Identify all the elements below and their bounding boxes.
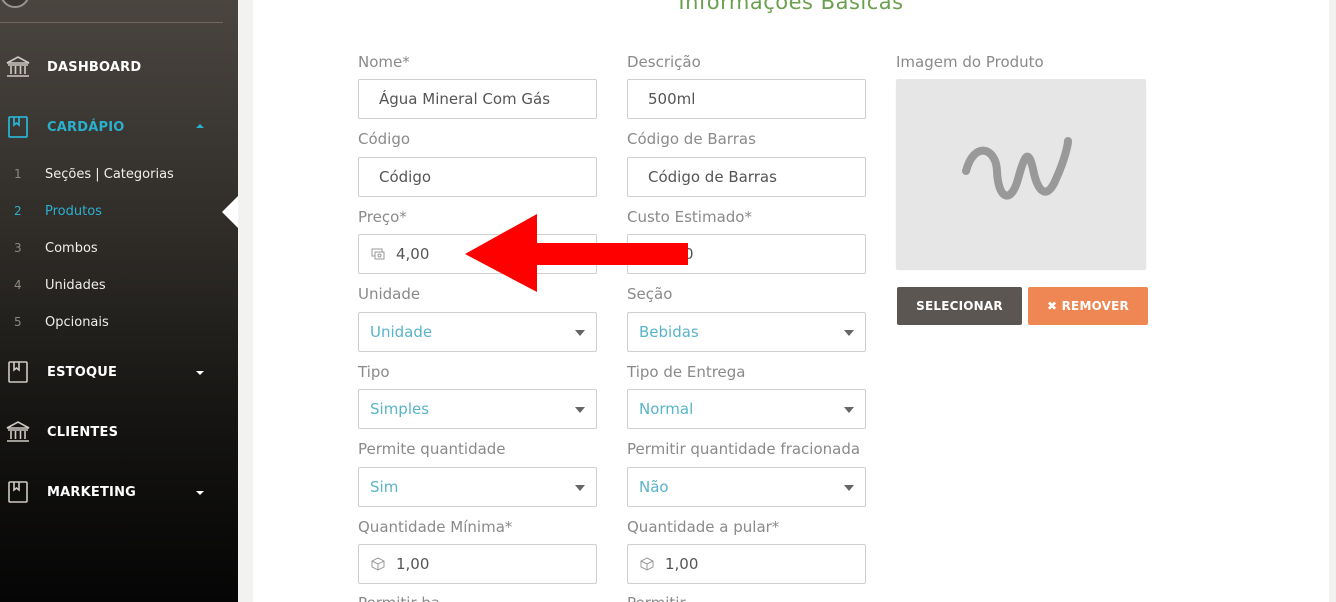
codigo-label: Código bbox=[358, 130, 411, 148]
nome-value: Água Mineral Com Gás bbox=[379, 90, 551, 108]
preco-field[interactable]: 4,00 bbox=[358, 234, 597, 274]
chevron-down-icon bbox=[575, 485, 585, 491]
submenu-number: 4 bbox=[14, 278, 22, 292]
chevron-down-icon bbox=[575, 330, 585, 336]
money-icon bbox=[371, 247, 385, 261]
quantidade-pular-label: Quantidade a pular* bbox=[627, 518, 780, 536]
descricao-value: 500ml bbox=[648, 90, 696, 108]
section-title: Informações Básicas bbox=[678, 0, 904, 14]
unidade-value: Unidade bbox=[370, 323, 433, 341]
custo-field[interactable]: 0 bbox=[627, 234, 866, 274]
submenu-number: 3 bbox=[14, 241, 22, 255]
cut-off-label-right: Permitir... bbox=[627, 594, 699, 602]
submenu-item-secoes[interactable]: 1 Seções | Categorias bbox=[0, 161, 238, 187]
chevron-down-icon bbox=[196, 371, 204, 375]
chevron-up-icon bbox=[196, 124, 204, 128]
quantidade-pular-value: 1,00 bbox=[665, 555, 699, 573]
submenu-label: Unidades bbox=[45, 277, 106, 293]
descricao-field[interactable]: 500ml bbox=[627, 79, 866, 119]
custo-label: Custo Estimado* bbox=[627, 208, 752, 226]
secao-value: Bebidas bbox=[639, 323, 699, 341]
quantidade-minima-field[interactable]: 1,00 bbox=[358, 544, 597, 584]
bank-icon bbox=[5, 54, 31, 80]
codigo-barras-field[interactable]: Código de Barras bbox=[627, 157, 866, 197]
chevron-down-icon bbox=[844, 485, 854, 491]
bank-icon bbox=[5, 419, 31, 445]
quantidade-minima-value: 1,00 bbox=[396, 555, 430, 573]
permitir-fracionada-select[interactable]: Não bbox=[627, 467, 866, 507]
placeholder-logo-icon bbox=[962, 137, 1072, 200]
sidebar-item-clientes[interactable]: CLIENTES bbox=[0, 412, 238, 452]
quantidade-minima-label: Quantidade Mínima* bbox=[358, 518, 513, 536]
tipo-value: Simples bbox=[370, 400, 430, 418]
submenu-item-unidades[interactable]: 4 Unidades bbox=[0, 272, 238, 298]
book-icon bbox=[5, 114, 31, 140]
tipo-select[interactable]: Simples bbox=[358, 389, 597, 429]
product-image-placeholder bbox=[896, 79, 1146, 269]
cube-icon bbox=[640, 557, 654, 571]
remove-image-button[interactable]: ✖ REMOVER bbox=[1028, 287, 1148, 325]
submenu-item-combos[interactable]: 3 Combos bbox=[0, 235, 238, 261]
sidebar: DASHBOARD CARDÁPIO 1 Seções | Categorias… bbox=[0, 0, 238, 602]
page-edge bbox=[1329, 0, 1336, 602]
submenu-label: Produtos bbox=[45, 203, 102, 219]
quantidade-pular-field[interactable]: 1,00 bbox=[627, 544, 866, 584]
tipo-entrega-label: Tipo de Entrega bbox=[627, 363, 746, 381]
permite-quantidade-label: Permite quantidade bbox=[358, 440, 506, 458]
tipo-entrega-value: Normal bbox=[639, 400, 694, 418]
submenu-label: Combos bbox=[45, 240, 98, 256]
permitir-fracionada-label: Permitir quantidade fracionada bbox=[627, 440, 861, 458]
submenu-label: Seções | Categorias bbox=[45, 166, 174, 182]
codigo-barras-placeholder: Código de Barras bbox=[648, 168, 777, 186]
sidebar-item-label: DASHBOARD bbox=[47, 59, 142, 75]
avatar[interactable] bbox=[0, 0, 30, 8]
nome-label: Nome* bbox=[358, 53, 410, 71]
sidebar-item-cardapio[interactable]: CARDÁPIO bbox=[0, 107, 238, 147]
codigo-placeholder: Código bbox=[379, 168, 432, 186]
permite-quantidade-value: Sim bbox=[370, 478, 399, 496]
submenu-number: 2 bbox=[14, 204, 22, 218]
permite-quantidade-select[interactable]: Sim bbox=[358, 467, 597, 507]
descricao-label: Descrição bbox=[627, 53, 701, 71]
submenu-number: 5 bbox=[14, 315, 22, 329]
preco-label: Preço* bbox=[358, 208, 407, 226]
unidade-select[interactable]: Unidade bbox=[358, 312, 597, 352]
secao-select[interactable]: Bebidas bbox=[627, 312, 866, 352]
secao-label: Seção bbox=[627, 285, 673, 303]
product-form-card: Informações Básicas Nome* Água Mineral C… bbox=[253, 0, 1329, 602]
submenu-item-produtos[interactable]: 2 Produtos bbox=[0, 198, 238, 224]
sidebar-item-label: CARDÁPIO bbox=[47, 119, 125, 135]
tipo-entrega-select[interactable]: Normal bbox=[627, 389, 866, 429]
select-image-button[interactable]: SELECIONAR bbox=[897, 287, 1022, 325]
sidebar-item-label: CLIENTES bbox=[47, 424, 119, 440]
sidebar-item-dashboard[interactable]: DASHBOARD bbox=[0, 47, 238, 87]
chevron-down-icon bbox=[196, 491, 204, 495]
chevron-down-icon bbox=[844, 407, 854, 413]
submenu-item-opcionais[interactable]: 5 Opcionais bbox=[0, 309, 238, 335]
submenu-number: 1 bbox=[14, 167, 22, 181]
chevron-down-icon bbox=[575, 407, 585, 413]
cube-icon bbox=[371, 557, 385, 571]
cut-off-label-left: Permitir ba... bbox=[358, 594, 454, 602]
codigo-field[interactable]: Código bbox=[358, 157, 597, 197]
custo-value: 0 bbox=[684, 245, 694, 263]
sidebar-item-marketing[interactable]: MARKETING bbox=[0, 472, 238, 512]
active-indicator bbox=[222, 196, 238, 228]
sidebar-item-label: ESTOQUE bbox=[47, 364, 118, 380]
permitir-fracionada-value: Não bbox=[639, 478, 669, 496]
nome-field[interactable]: Água Mineral Com Gás bbox=[358, 79, 597, 119]
sidebar-item-estoque[interactable]: ESTOQUE bbox=[0, 352, 238, 392]
codigo-barras-label: Código de Barras bbox=[627, 130, 756, 148]
preco-value: 4,00 bbox=[396, 245, 430, 263]
sidebar-divider bbox=[0, 22, 223, 23]
chevron-down-icon bbox=[844, 330, 854, 336]
tipo-label: Tipo bbox=[358, 363, 390, 381]
book-icon bbox=[5, 359, 31, 385]
sidebar-item-label: MARKETING bbox=[47, 484, 137, 500]
unidade-label: Unidade bbox=[358, 285, 421, 303]
book-icon bbox=[5, 479, 31, 505]
submenu-label: Opcionais bbox=[45, 314, 109, 330]
imagem-produto-label: Imagem do Produto bbox=[896, 53, 1044, 71]
